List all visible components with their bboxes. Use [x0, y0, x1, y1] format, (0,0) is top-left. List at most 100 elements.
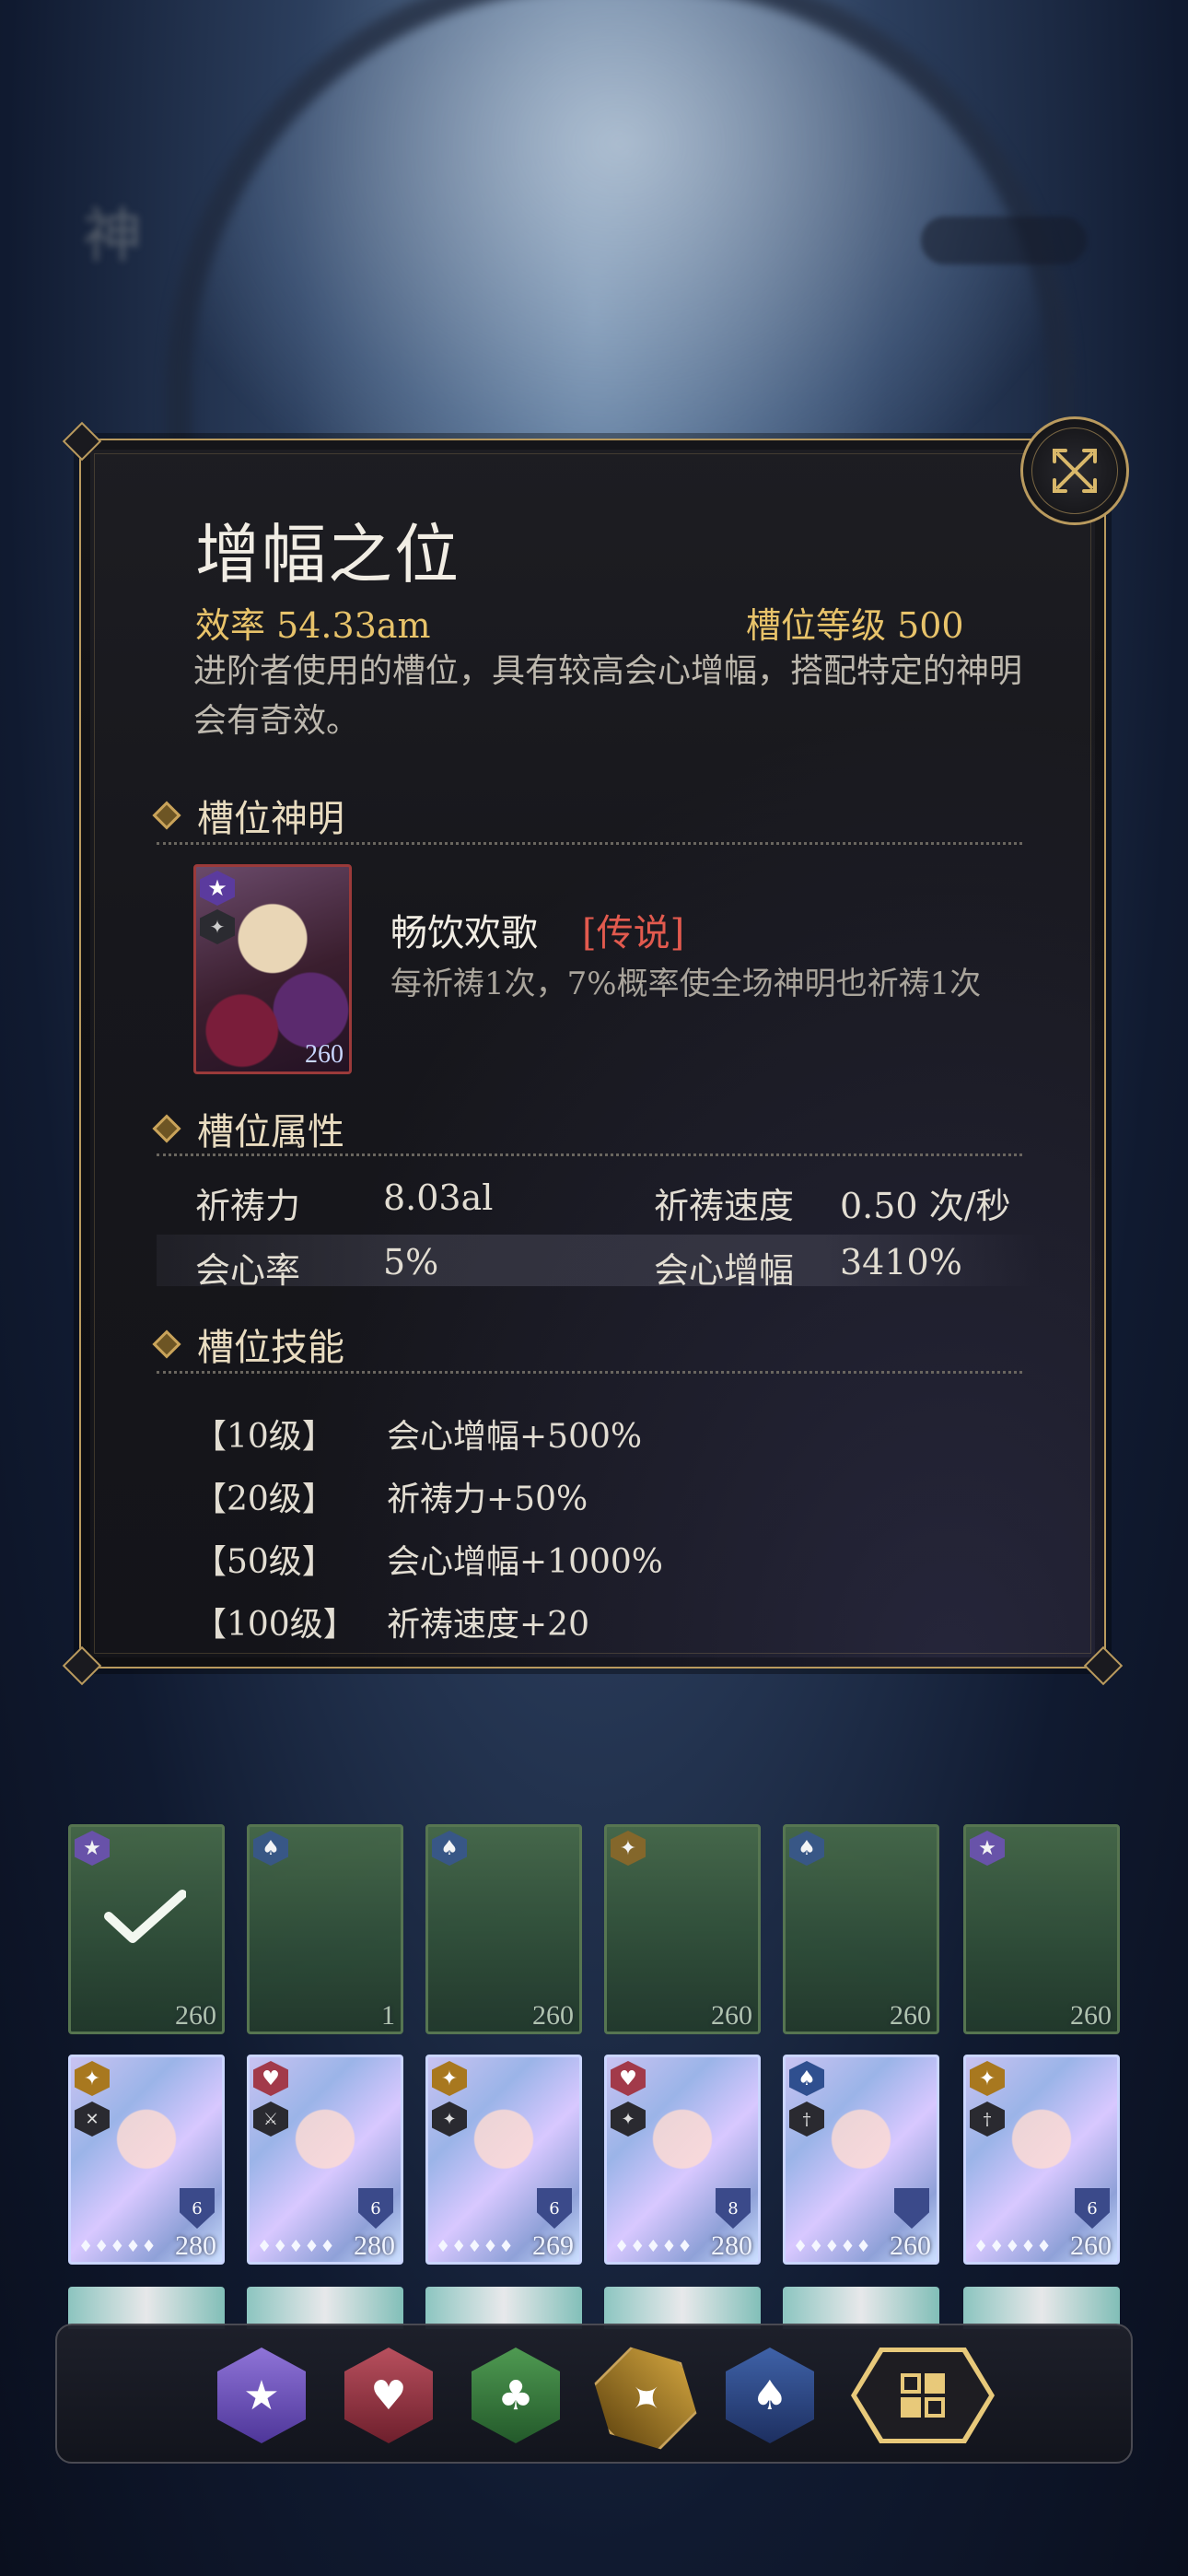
- god-card-slot[interactable]: ♥ ✦ 8 ♦♦♦♦♦ 280: [604, 2055, 761, 2265]
- divider: [157, 842, 1022, 845]
- star-suit-icon: ★: [970, 1831, 1005, 1866]
- star-suit-icon: ★: [200, 871, 235, 906]
- skill-level: 【10级】: [193, 1418, 335, 1456]
- god-card-slot[interactable]: ♥ ⚔ 6 ♦♦♦♦♦ 280: [247, 2055, 403, 2265]
- attribute-label: 祈祷速度: [654, 1186, 795, 1226]
- god-card-slot[interactable]: ♠ 1: [247, 1824, 403, 2034]
- star-rating: ♦♦♦♦♦: [793, 2237, 872, 2256]
- diamond-suit-icon: ✦: [970, 2061, 1005, 2096]
- god-card-slot[interactable]: ♠ † ♦♦♦♦♦ 260: [783, 2055, 939, 2265]
- attribute-row: 祈祷力 8.03al 祈祷速度 0.50 次/秒: [157, 1170, 1041, 1226]
- weapon-icon: ⚔: [253, 2102, 288, 2137]
- card-level: 260: [175, 2000, 216, 2031]
- checkmark-icon: [104, 1890, 186, 1943]
- god-card-slot[interactable]: ♠ 260: [425, 1824, 582, 2034]
- card-level: 260: [890, 2000, 931, 2031]
- panel-corner: [62, 1645, 102, 1686]
- card-level: 260: [711, 2000, 752, 2031]
- diamond-bullet-icon: [152, 1329, 181, 1359]
- shield-rank-icon: 6: [1075, 2188, 1110, 2229]
- god-name: 畅饮欢歌: [390, 912, 538, 954]
- section-skills-label: 槽位技能: [197, 1327, 344, 1369]
- card-level: 269: [532, 2231, 574, 2261]
- attribute-value: 3410%: [840, 1242, 962, 1282]
- attribute-value: 0.50 次/秒: [840, 1186, 1011, 1226]
- skill-effect: 会心增幅+500%: [387, 1418, 643, 1456]
- divider: [157, 1371, 1022, 1374]
- diamond-bullet-icon: [152, 801, 181, 830]
- slot-description: 进阶者使用的槽位，具有较高会心增幅，搭配特定的神明会有奇效。: [193, 652, 1023, 740]
- attribute-label: 会心率: [195, 1250, 301, 1291]
- god-effect: 每祈祷1次，7%概率使全场神明也祈祷1次: [390, 966, 982, 1002]
- section-god-label: 槽位神明: [197, 798, 344, 840]
- card-level: 260: [1070, 2231, 1112, 2261]
- slot-level-text: 槽位等级 500: [746, 605, 964, 646]
- section-attributes-label: 槽位属性: [197, 1111, 344, 1153]
- star-suit-icon: ★: [243, 2371, 280, 2419]
- spade-suit-icon: ♠: [253, 1831, 288, 1866]
- skill-effect: 祈祷速度+20: [387, 1606, 589, 1644]
- star-rating: ♦♦♦♦♦: [973, 2237, 1053, 2256]
- close-cross-icon: [1053, 449, 1097, 493]
- card-level: 260: [890, 2231, 931, 2261]
- weapon-icon: ✦: [611, 2102, 646, 2137]
- diamond-suit-icon: ✦: [611, 1831, 646, 1866]
- skill-level: 【20级】: [193, 1481, 335, 1518]
- slot-title: 增幅之位: [195, 517, 460, 592]
- attribute-label: 祈祷力: [195, 1186, 301, 1226]
- shield-rank-icon: [894, 2188, 929, 2229]
- all-suits-icon: [901, 2373, 945, 2418]
- panel-corner: [62, 421, 102, 462]
- star-rating: ♦♦♦♦♦: [78, 2237, 157, 2256]
- spade-suit-icon: ♠: [751, 2371, 788, 2419]
- section-skills-header: 槽位技能: [152, 1317, 344, 1371]
- efficiency-text: 效率 54.33am: [195, 605, 431, 646]
- panel-corner: [1083, 1645, 1124, 1686]
- star-rating: ♦♦♦♦♦: [436, 2237, 515, 2256]
- weapon-icon: ✦: [432, 2102, 467, 2137]
- attribute-value: 8.03al: [383, 1177, 494, 1218]
- weapon-icon: ✦: [200, 909, 235, 944]
- skill-level: 【50级】: [193, 1543, 335, 1581]
- god-card-slot[interactable]: ✦ ✦ 6 ♦♦♦♦♦ 269: [425, 2055, 582, 2265]
- weapon-icon: †: [789, 2102, 824, 2137]
- background-pill: [921, 217, 1087, 264]
- shield-rank-icon: 6: [358, 2188, 393, 2229]
- god-card-slot[interactable]: ♠ 260: [783, 1824, 939, 2034]
- spade-suit-icon: ♠: [789, 2061, 824, 2096]
- filter-all-button-inner[interactable]: [856, 2352, 989, 2439]
- shield-rank-icon: 6: [180, 2188, 215, 2229]
- divider: [157, 1153, 1022, 1156]
- god-card[interactable]: ★ ✦ 260: [193, 864, 352, 1074]
- shield-rank-icon: 8: [716, 2188, 751, 2229]
- star-suit-icon: ★: [75, 1831, 110, 1866]
- diamond-suit-icon: ✦: [432, 2061, 467, 2096]
- diamond-suit-icon: ✦: [75, 2061, 110, 2096]
- heart-suit-icon: ♥: [253, 2061, 288, 2096]
- shield-rank-icon: 6: [537, 2188, 572, 2229]
- skill-effect: 会心增幅+1000%: [387, 1543, 663, 1581]
- weapon-icon: ✕: [75, 2102, 110, 2137]
- club-suit-icon: ♣: [497, 2371, 534, 2419]
- weapon-icon: †: [970, 2102, 1005, 2137]
- card-level: 1: [381, 2000, 395, 2031]
- god-card-slot[interactable]: ✦ † 6 ♦♦♦♦♦ 260: [963, 2055, 1120, 2265]
- attribute-label: 会心增幅: [654, 1250, 795, 1291]
- card-level: 280: [711, 2231, 752, 2261]
- close-button[interactable]: [1020, 416, 1129, 525]
- card-level: 260: [532, 2000, 574, 2031]
- skill-effect: 祈祷力+50%: [387, 1481, 588, 1518]
- god-card-slot[interactable]: ✦ 260: [604, 1824, 761, 2034]
- god-card-slot[interactable]: ✦ ✕ 6 ♦♦♦♦♦ 280: [68, 2055, 225, 2265]
- heart-suit-icon: ♥: [370, 2371, 407, 2419]
- attribute-value: 5%: [383, 1242, 439, 1282]
- card-level: 280: [354, 2231, 395, 2261]
- star-rating: ♦♦♦♦♦: [614, 2237, 693, 2256]
- section-god-header: 槽位神明: [152, 789, 344, 842]
- spade-suit-icon: ♠: [789, 1831, 824, 1866]
- god-card-level: 260: [305, 1040, 344, 1069]
- god-card-slot[interactable]: ★ 260: [963, 1824, 1120, 2034]
- card-level: 260: [1070, 2000, 1112, 2031]
- diamond-bullet-icon: [152, 1114, 181, 1143]
- diamond-suit-icon: ✦: [616, 2369, 675, 2428]
